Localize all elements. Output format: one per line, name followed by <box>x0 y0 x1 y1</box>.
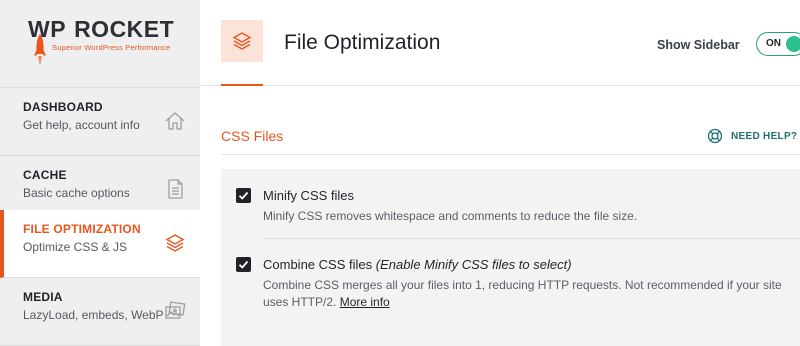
page-header: File Optimization Show Sidebar ON <box>200 0 800 86</box>
need-help-label: NEED HELP? <box>731 131 798 142</box>
logo-rocket: ROCKET <box>74 16 175 42</box>
option-divider <box>263 238 800 239</box>
toggle-state-label: ON <box>766 38 781 49</box>
logo-tagline: Superior WordPress Performance <box>52 43 171 52</box>
rocket-icon <box>34 34 46 66</box>
document-icon <box>168 179 183 199</box>
section-divider <box>221 154 800 155</box>
option-label-note: (Enable Minify CSS files to select) <box>375 257 572 272</box>
sidebar-item-media[interactable]: MEDIA LazyLoad, embeds, WebP <box>0 278 200 346</box>
logo-wordmark: WP ROCKET <box>28 16 174 43</box>
toggle-knob <box>786 36 800 52</box>
show-sidebar-toggle[interactable]: ON <box>756 32 800 56</box>
sidebar-item-file-optimization[interactable]: FILE OPTIMIZATION Optimize CSS & JS <box>0 210 200 278</box>
sidebar-item-subtitle: LazyLoad, embeds, WebP <box>23 308 164 322</box>
combine-css-checkbox[interactable] <box>236 257 251 272</box>
page-icon-underline <box>221 84 263 86</box>
show-sidebar-label: Show Sidebar <box>657 38 740 52</box>
option-label-text: Minify CSS files <box>263 188 355 203</box>
minify-css-checkbox[interactable] <box>236 188 251 203</box>
sidebar-item-subtitle: Basic cache options <box>23 186 130 200</box>
lifebuoy-icon <box>707 128 723 144</box>
home-icon <box>165 112 185 130</box>
combine-css-label[interactable]: Combine CSS files (Enable Minify CSS fil… <box>263 257 572 272</box>
option-label-text: Combine CSS files <box>263 257 373 272</box>
sidebar-item-title: CACHE <box>23 168 67 182</box>
sidebar-item-subtitle: Optimize CSS & JS <box>23 240 128 254</box>
options-panel: Minify CSS files Minify CSS removes whit… <box>221 169 800 346</box>
layers-icon <box>232 32 252 50</box>
minify-css-label[interactable]: Minify CSS files <box>263 188 354 203</box>
sidebar-item-title: MEDIA <box>23 290 63 304</box>
sidebar-item-subtitle: Get help, account info <box>23 118 140 132</box>
page-icon-box <box>221 20 263 62</box>
sidebar-item-dashboard[interactable]: DASHBOARD Get help, account info <box>0 88 200 156</box>
sidebar-item-title: FILE OPTIMIZATION <box>23 222 141 236</box>
checkmark-icon <box>238 260 249 269</box>
minify-css-description: Minify CSS removes whitespace and commen… <box>263 209 638 223</box>
page-title: File Optimization <box>284 31 441 54</box>
section-title: CSS Files <box>221 128 284 144</box>
more-info-link[interactable]: More info <box>340 295 390 309</box>
images-icon <box>165 301 186 319</box>
combine-css-description: Combine CSS merges all your files into 1… <box>263 277 793 311</box>
sidebar-item-title: DASHBOARD <box>23 100 103 114</box>
checkmark-icon <box>238 191 249 200</box>
brand-logo[interactable]: WP ROCKET Superior WordPress Performance <box>0 0 200 88</box>
layers-icon <box>165 234 185 252</box>
sidebar: WP ROCKET Superior WordPress Performance … <box>0 0 200 346</box>
